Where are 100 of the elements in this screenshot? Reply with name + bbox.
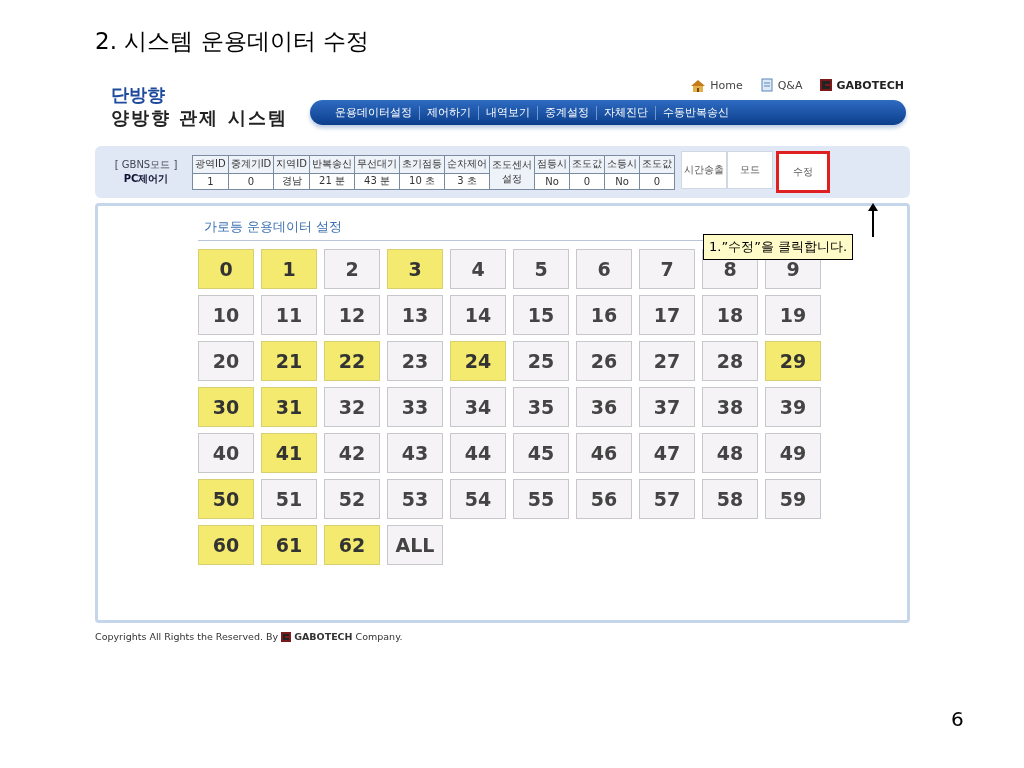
number-tile[interactable]: 7	[639, 249, 695, 289]
value-cell: 0	[228, 173, 274, 189]
header-cell: 순차제어	[444, 155, 490, 173]
number-tile[interactable]: 4	[450, 249, 506, 289]
number-tile[interactable]: 50	[198, 479, 254, 519]
page-number: 6	[951, 707, 964, 731]
number-tile[interactable]: 47	[639, 433, 695, 473]
number-tile[interactable]: 35	[513, 387, 569, 427]
number-tile[interactable]: 44	[450, 433, 506, 473]
value-cell: No	[604, 173, 640, 189]
number-tile[interactable]: 16	[576, 295, 632, 335]
number-tile[interactable]: 19	[765, 295, 821, 335]
nav-item[interactable]: 운용데이터설정	[328, 105, 419, 120]
number-tile[interactable]: 30	[198, 387, 254, 427]
number-tile[interactable]: 27	[639, 341, 695, 381]
number-tile[interactable]: 39	[765, 387, 821, 427]
number-tile[interactable]: 42	[324, 433, 380, 473]
value-cell: 1	[192, 173, 229, 189]
number-tile[interactable]: 23	[387, 341, 443, 381]
header-cell: 조도값	[639, 155, 675, 173]
mode-value: PC제어기	[122, 172, 170, 186]
number-tile[interactable]: 11	[261, 295, 317, 335]
mode-label: [ GBNS모드 ]	[113, 158, 179, 172]
nav-item[interactable]: 제어하기	[420, 105, 478, 120]
document-icon	[760, 78, 774, 92]
brand-logo-icon	[820, 79, 833, 91]
number-tile[interactable]: 58	[702, 479, 758, 519]
toolbar-button[interactable]: 시간송출	[680, 151, 727, 189]
number-tile[interactable]: 38	[702, 387, 758, 427]
value-cell: 0	[639, 173, 675, 189]
header-cell: 조도센서 설정	[489, 155, 535, 189]
nav-item[interactable]: 자체진단	[597, 105, 655, 120]
number-tile[interactable]: 25	[513, 341, 569, 381]
number-tile[interactable]: 36	[576, 387, 632, 427]
number-tile[interactable]: 56	[576, 479, 632, 519]
number-tile[interactable]: 13	[387, 295, 443, 335]
number-tile[interactable]: 2	[324, 249, 380, 289]
number-tile[interactable]: 10	[198, 295, 254, 335]
value-cell: 43 분	[354, 173, 400, 189]
panel-title: 가로등 운용데이터 설정	[198, 218, 704, 241]
number-tile[interactable]: 41	[261, 433, 317, 473]
toolbar-button[interactable]: 수정	[775, 151, 830, 193]
number-tile[interactable]: 51	[261, 479, 317, 519]
number-tile[interactable]: 45	[513, 433, 569, 473]
number-tile[interactable]: 14	[450, 295, 506, 335]
number-tile[interactable]: 49	[765, 433, 821, 473]
header-cell: 광역ID	[192, 155, 229, 173]
number-tile[interactable]: 12	[324, 295, 380, 335]
number-tile[interactable]: 55	[513, 479, 569, 519]
number-tile[interactable]: 53	[387, 479, 443, 519]
header-link[interactable]: Home	[690, 78, 743, 92]
number-tile[interactable]: 40	[198, 433, 254, 473]
number-tile[interactable]: 31	[261, 387, 317, 427]
number-tile[interactable]: 21	[261, 341, 317, 381]
number-tile[interactable]: 43	[387, 433, 443, 473]
number-tile[interactable]: 0	[198, 249, 254, 289]
value-cell: No	[534, 173, 570, 189]
house-icon	[690, 78, 707, 92]
number-tile[interactable]: 5	[513, 249, 569, 289]
nav-item[interactable]: 수동반복송신	[656, 105, 736, 120]
number-tile[interactable]: 33	[387, 387, 443, 427]
number-tile[interactable]: 18	[702, 295, 758, 335]
nav-item[interactable]: 내역보기	[479, 105, 537, 120]
number-tile[interactable]: 57	[639, 479, 695, 519]
number-tile[interactable]: 59	[765, 479, 821, 519]
number-tile[interactable]: 60	[198, 525, 254, 565]
header-cell: 조도값	[569, 155, 605, 173]
header-cell: 무선대기	[354, 155, 400, 173]
number-tile[interactable]: 46	[576, 433, 632, 473]
brand-logo-icon	[281, 631, 292, 642]
number-tile[interactable]: 20	[198, 341, 254, 381]
header-link[interactable]: GABOTECH	[820, 78, 904, 92]
number-tile[interactable]: 3	[387, 249, 443, 289]
number-tile[interactable]: 37	[639, 387, 695, 427]
logo-title: 양방향 관제 시스템	[111, 106, 289, 130]
number-tile[interactable]: 26	[576, 341, 632, 381]
number-tile[interactable]: 15	[513, 295, 569, 335]
number-tile[interactable]: 54	[450, 479, 506, 519]
logo-subtitle: 단방향	[111, 84, 166, 106]
number-tile[interactable]: ALL	[387, 525, 443, 565]
value-cell: 3 초	[444, 173, 490, 189]
header-link[interactable]: Q&A	[760, 78, 803, 92]
number-tile[interactable]: 6	[576, 249, 632, 289]
number-tile[interactable]: 61	[261, 525, 317, 565]
number-tile[interactable]: 17	[639, 295, 695, 335]
number-tile[interactable]: 52	[324, 479, 380, 519]
nav-item[interactable]: 중계설정	[538, 105, 596, 120]
copyright-text: Copyrights All Rights the Reserved. By	[95, 631, 279, 642]
copyright-brand: GABOTECH Company.	[294, 631, 403, 642]
number-tile[interactable]: 62	[324, 525, 380, 565]
number-tile[interactable]: 34	[450, 387, 506, 427]
number-tile[interactable]: 22	[324, 341, 380, 381]
number-tile[interactable]: 32	[324, 387, 380, 427]
number-tile[interactable]: 1	[261, 249, 317, 289]
number-tile[interactable]: 24	[450, 341, 506, 381]
toolbar-button[interactable]: 모드	[726, 151, 773, 189]
value-cell: 경남	[273, 173, 310, 189]
number-tile[interactable]: 28	[702, 341, 758, 381]
number-tile[interactable]: 48	[702, 433, 758, 473]
number-tile[interactable]: 29	[765, 341, 821, 381]
